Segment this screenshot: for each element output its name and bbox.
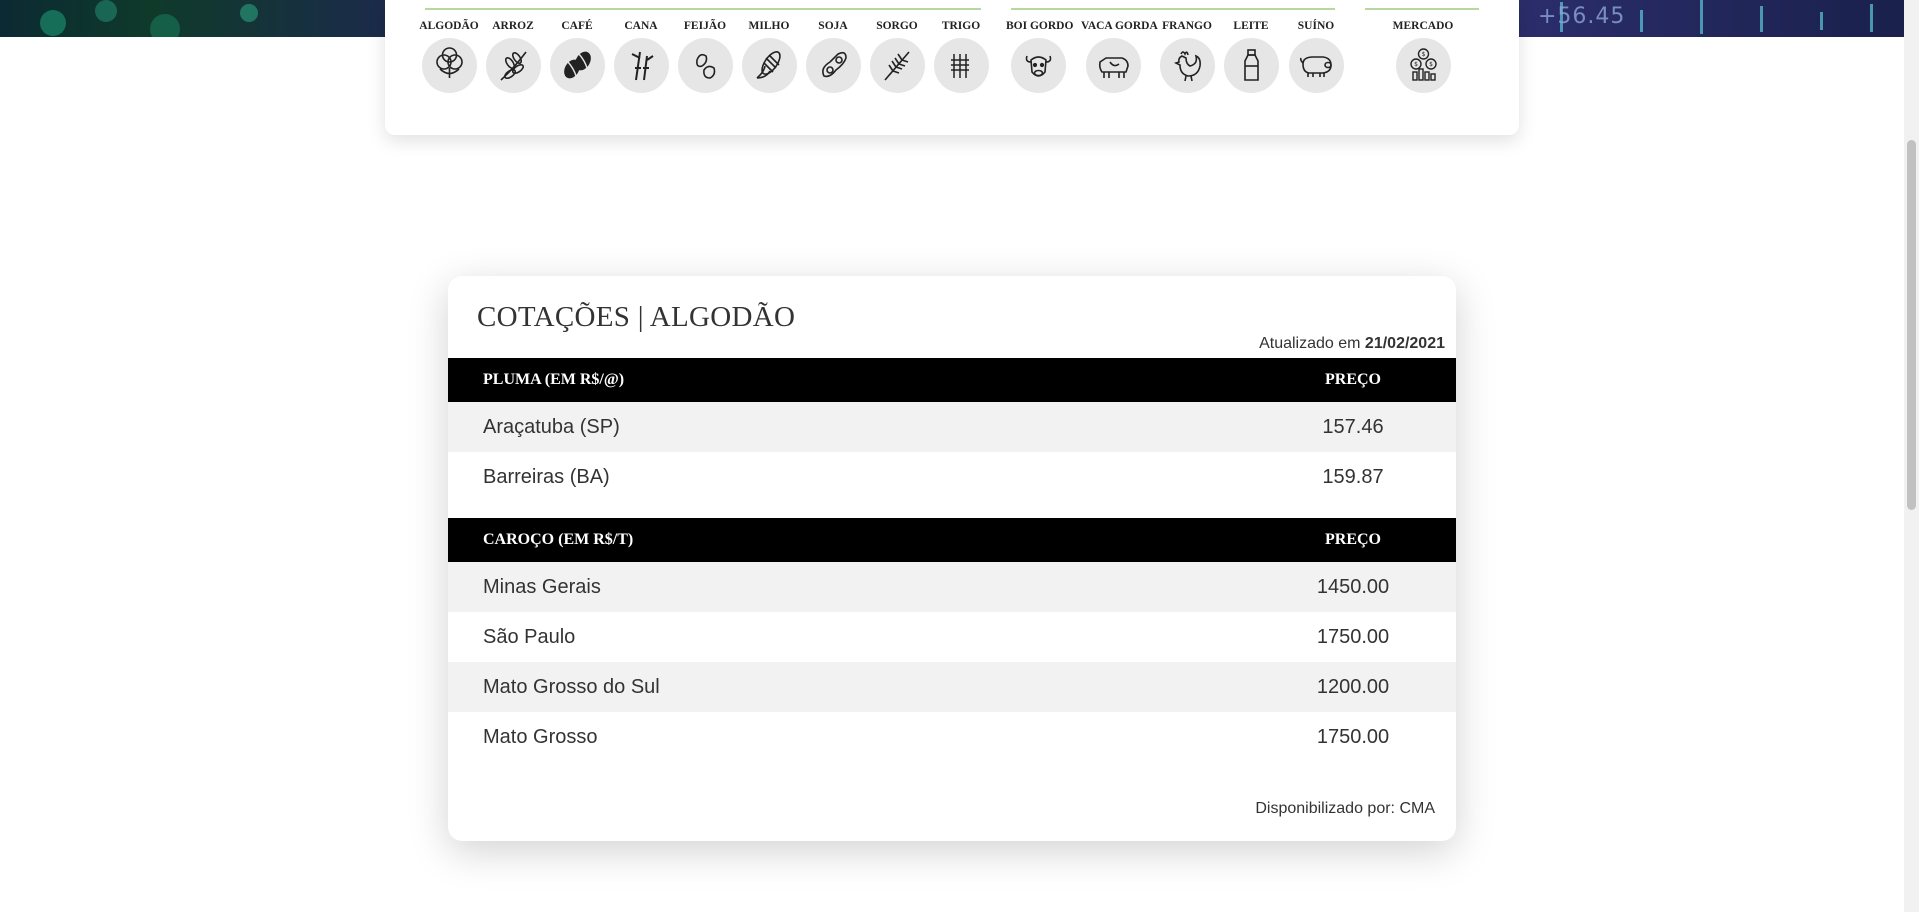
category-leite[interactable]: LEITE: [1219, 20, 1283, 93]
market-coins-icon: $ $ $: [1395, 38, 1451, 93]
row-location: Barreiras (BA): [483, 466, 610, 488]
page-scrollbar[interactable]: [1904, 0, 1919, 912]
category-sorgo[interactable]: SORGO: [865, 20, 929, 93]
milk-bottle-icon: [1223, 38, 1279, 93]
category-label: SORGO: [876, 20, 918, 32]
updated-date: 21/02/2021: [1364, 335, 1445, 352]
row-price: 1200.00: [1316, 676, 1390, 698]
table-header-caroco: CAROÇO (EM R$/T) PREÇO: [448, 518, 1456, 562]
column-header-price: PREÇO: [1325, 371, 1381, 388]
row-location: Mato Grosso: [483, 726, 598, 748]
bean-icon: [677, 38, 733, 93]
category-label: MILHO: [748, 20, 790, 32]
table-row: São Paulo 1750.00: [448, 612, 1456, 662]
row-location: São Paulo: [483, 626, 576, 648]
bull-icon: [1010, 38, 1066, 93]
table-row: Mato Grosso do Sul 1200.00: [448, 662, 1456, 712]
category-suino[interactable]: SUÍNO: [1284, 20, 1348, 93]
row-price: 1750.00: [1316, 626, 1390, 648]
category-vaca-gorda[interactable]: VACA GORDA: [1081, 20, 1158, 93]
svg-text:$: $: [1429, 61, 1433, 68]
category-frango[interactable]: FRANGO: [1155, 20, 1219, 93]
category-label: SUÍNO: [1297, 20, 1335, 32]
table-row: Barreiras (BA) 159.87: [448, 452, 1456, 502]
category-label: CANA: [624, 20, 658, 32]
column-header-product: CAROÇO (EM R$/T): [483, 531, 634, 548]
category-cana[interactable]: CANA: [609, 20, 673, 93]
cow-icon: [1085, 38, 1141, 93]
category-nav: ALGODÃO ARROZ CAFÉ CANA FEIJÃO MILHO SOJ…: [385, 0, 1519, 135]
row-location: Araçatuba (SP): [483, 416, 620, 438]
category-feijao[interactable]: FEIJÃO: [673, 20, 737, 93]
category-mercado[interactable]: MERCADO $ $ $: [1391, 20, 1455, 93]
divider-mercado: [1365, 8, 1479, 10]
updated-prefix: Atualizado em: [1259, 335, 1361, 352]
row-price: 1450.00: [1316, 576, 1390, 598]
sorghum-icon: [869, 38, 925, 93]
category-trigo[interactable]: TRIGO: [929, 20, 993, 93]
column-header-price: PREÇO: [1325, 531, 1381, 548]
coffee-bean-icon: [549, 38, 605, 93]
updated-info: Atualizado em 21/02/2021: [1259, 335, 1445, 353]
category-label: CAFÉ: [561, 20, 593, 32]
cotton-icon: [421, 38, 477, 93]
table-row: Araçatuba (SP) 157.46: [448, 402, 1456, 452]
row-location: Mato Grosso do Sul: [483, 676, 660, 698]
sugarcane-icon: [613, 38, 669, 93]
scrollbar-thumb[interactable]: [1907, 140, 1916, 510]
rooster-icon: [1159, 38, 1215, 93]
row-price: 159.87: [1322, 466, 1384, 488]
row-location: Minas Gerais: [483, 576, 601, 598]
category-label: LEITE: [1233, 20, 1269, 32]
page-title: COTAÇÕES | ALGODÃO: [477, 301, 796, 333]
table-header-pluma: PLUMA (EM R$/@) PREÇO: [448, 358, 1456, 402]
pig-icon: [1288, 38, 1344, 93]
quotes-card: COTAÇÕES | ALGODÃO Atualizado em 21/02/2…: [448, 276, 1456, 841]
category-label: ALGODÃO: [419, 20, 479, 32]
category-soja[interactable]: SOJA: [801, 20, 865, 93]
table-row: Minas Gerais 1450.00: [448, 562, 1456, 612]
svg-text:$: $: [1421, 51, 1425, 58]
category-label: ARROZ: [492, 20, 534, 32]
row-price: 1750.00: [1316, 726, 1390, 748]
category-boi-gordo[interactable]: BOI GORDO: [1006, 20, 1074, 93]
soy-icon: [805, 38, 861, 93]
category-label: FEIJÃO: [683, 20, 727, 32]
wheat-icon: [933, 38, 989, 93]
divider-agricultura: [425, 8, 981, 10]
corn-icon: [741, 38, 797, 93]
banner-ticker: +56.45: [1538, 4, 1626, 29]
category-label: BOI GORDO: [1006, 20, 1074, 32]
category-milho[interactable]: MILHO: [737, 20, 801, 93]
table-row: Mato Grosso 1750.00: [448, 712, 1456, 762]
divider-pecuaria: [1011, 8, 1335, 10]
svg-text:$: $: [1414, 61, 1418, 68]
category-cafe[interactable]: CAFÉ: [545, 20, 609, 93]
data-source: Disponibilizado por: CMA: [1255, 800, 1435, 817]
category-label: SOJA: [818, 20, 848, 32]
rice-icon: [485, 38, 541, 93]
row-price: 157.46: [1322, 416, 1384, 438]
category-label: MERCADO: [1392, 20, 1454, 32]
category-arroz[interactable]: ARROZ: [481, 20, 545, 93]
category-label: VACA GORDA: [1081, 20, 1158, 32]
category-label: FRANGO: [1162, 20, 1212, 32]
category-algodao[interactable]: ALGODÃO: [417, 20, 481, 93]
column-header-product: PLUMA (EM R$/@): [483, 371, 625, 388]
category-label: TRIGO: [941, 20, 981, 32]
